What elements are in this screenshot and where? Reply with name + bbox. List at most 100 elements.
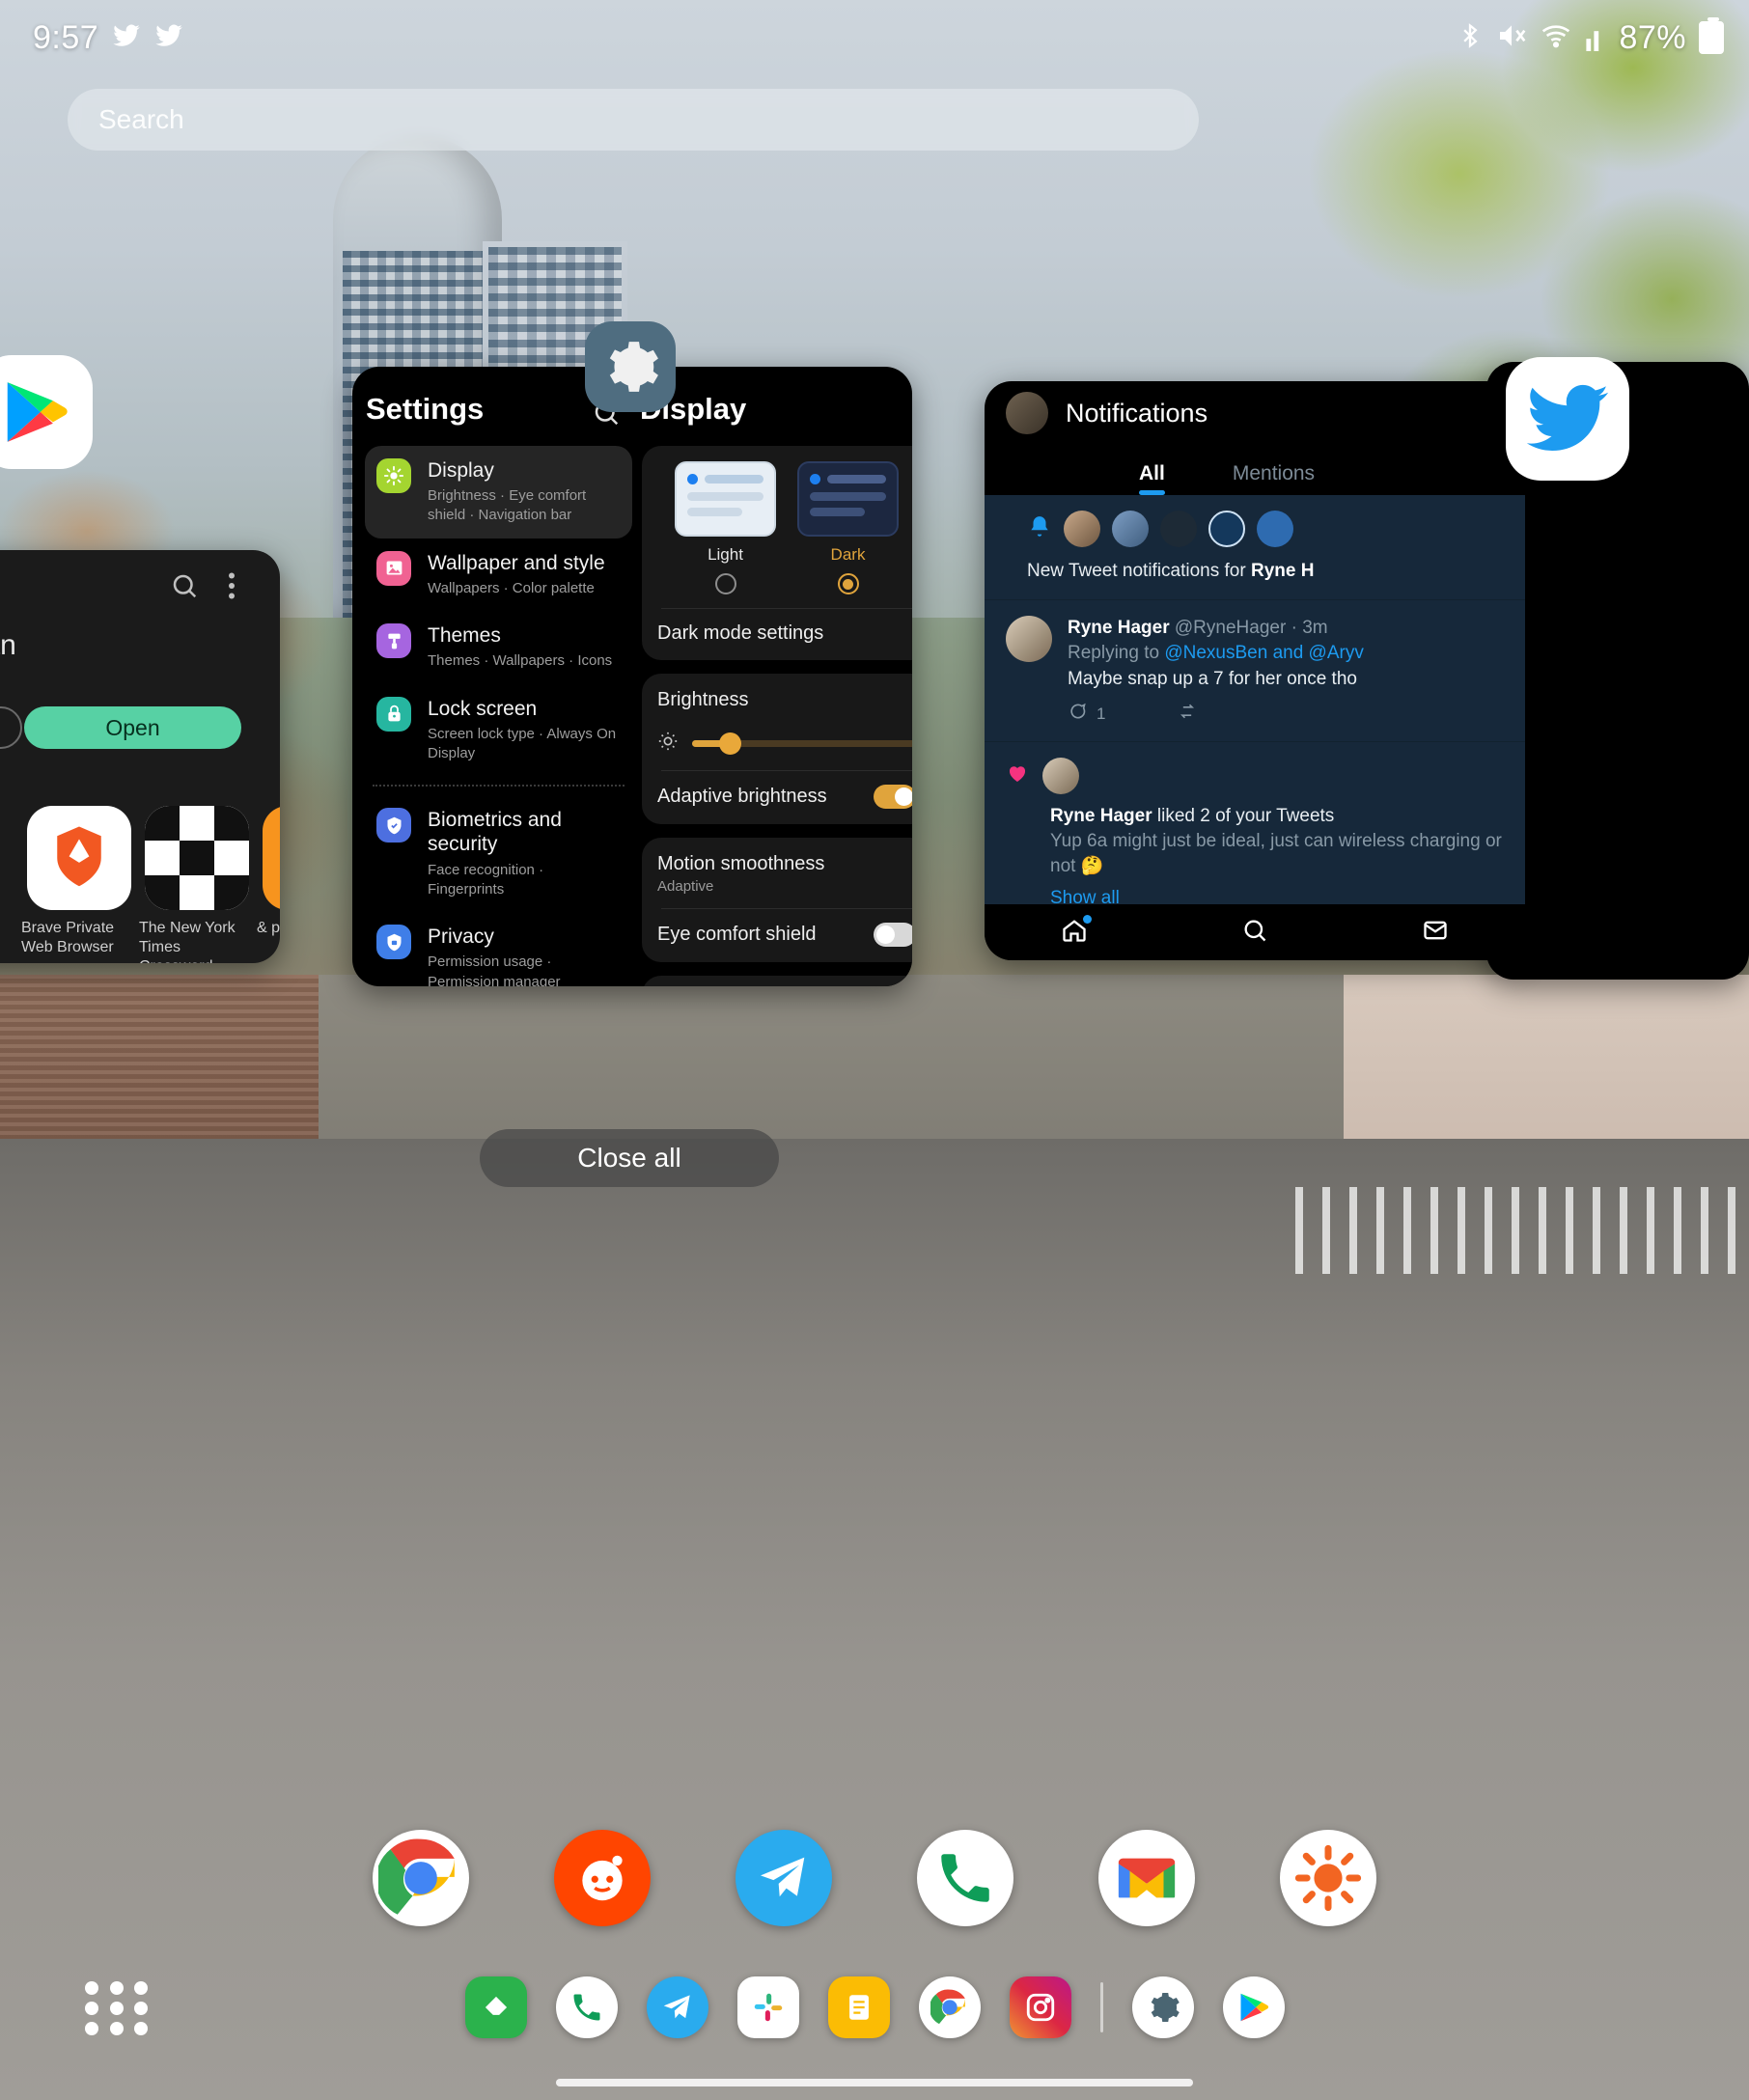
chrome-icon[interactable]	[918, 1976, 981, 2038]
cloudy-icon[interactable]	[1160, 511, 1197, 547]
sidebar-item-lock-screen[interactable]: Lock screen Screen lock type · Always On…	[365, 684, 632, 777]
more-vert-icon[interactable]	[228, 571, 257, 600]
brightness-slider-row[interactable]	[657, 731, 912, 757]
comment-icon[interactable]	[1068, 702, 1087, 726]
clock-icon[interactable]	[1208, 511, 1245, 547]
app-tile-audible[interactable]	[263, 806, 280, 910]
eye-comfort-shield-toggle[interactable]	[874, 923, 912, 947]
phone-icon[interactable]	[917, 1830, 1013, 1926]
avatar[interactable]	[1112, 511, 1149, 547]
replying-handles[interactable]: @NexusBen and @Aryv	[1164, 643, 1364, 663]
brightness-slider[interactable]	[692, 732, 912, 755]
status-clock: 9:57	[33, 18, 99, 56]
settings-app-icon[interactable]	[585, 321, 676, 412]
list-item[interactable]: Ryne Hager liked 2 of your Tweets Yup 6a…	[985, 741, 1525, 904]
list-item[interactable]: New Tweet notifications for Ryne H	[985, 495, 1525, 601]
twitter-bottom-bar[interactable]	[985, 904, 1525, 960]
sidebar-item-themes[interactable]: Themes Themes · Wallpapers · Icons	[365, 611, 632, 683]
app-tile-brave[interactable]	[27, 806, 131, 910]
play-store-icon[interactable]	[0, 355, 93, 469]
light-theme-radio[interactable]	[714, 573, 736, 594]
notifications-tabs[interactable]: All Mentions	[985, 445, 1525, 495]
adaptive-brightness-row[interactable]: Adaptive brightness	[657, 785, 912, 809]
dark-theme-radio[interactable]	[837, 573, 859, 594]
keep-icon[interactable]	[827, 1976, 890, 2038]
avatar[interactable]	[1006, 392, 1048, 434]
page-title: Notifications	[1066, 398, 1208, 428]
recent-card-twitter-notifications[interactable]: Notifications All Mentions New Tweet not…	[985, 381, 1525, 960]
dock-primary[interactable]	[0, 1820, 1749, 1936]
sidebar-item-wallpaper-and-style[interactable]: Wallpaper and style Wallpapers · Color p…	[365, 539, 632, 611]
light-theme-preview	[675, 461, 776, 537]
wifi-icon	[1540, 20, 1572, 56]
mute-icon	[1496, 20, 1527, 56]
divider	[661, 608, 912, 609]
sidebar-item-sub: Themes · Wallpapers · Icons	[428, 652, 613, 670]
slack-icon[interactable]	[736, 1976, 799, 2038]
play-store-open-button[interactable]: Open	[24, 706, 241, 749]
notification-text-plain: New Tweet notifications for	[1027, 561, 1251, 581]
recent-card-play-store[interactable]: her · fresh/clean Open Brave Private Web…	[0, 550, 280, 963]
motion-smoothness-row[interactable]: Motion smoothness Adaptive	[657, 853, 912, 895]
retweet-icon[interactable]	[1177, 702, 1198, 726]
motion-smoothness-value: Adaptive	[657, 878, 714, 895]
divider	[661, 770, 912, 771]
settings-icon[interactable]	[1131, 1976, 1194, 2038]
phone-icon[interactable]	[555, 1976, 618, 2038]
avatar[interactable]	[1064, 511, 1100, 547]
close-all-button[interactable]: Close all	[480, 1129, 779, 1187]
search-icon[interactable]	[1241, 917, 1268, 949]
gmail-icon[interactable]	[1098, 1830, 1195, 1926]
home-icon[interactable]	[1061, 914, 1093, 949]
messages-icon[interactable]	[1422, 917, 1449, 949]
like-action: liked 2 of your Tweets	[1152, 805, 1335, 826]
theme-selector-card[interactable]: Light Dark Dark mode settings	[642, 446, 912, 660]
avatar[interactable]	[1042, 757, 1079, 794]
theme-options[interactable]: Light Dark	[657, 461, 912, 594]
search-bar[interactable]: Search	[68, 89, 1199, 151]
theme-option-dark[interactable]: Dark	[797, 461, 899, 594]
screen-mode-card[interactable]: Screen mode Vivid	[642, 976, 912, 986]
telegram-icon[interactable]	[646, 1976, 708, 2038]
settings-menu-list[interactable]: Display Brightness · Eye comfort shield …	[365, 446, 632, 986]
brightness-slider-knob[interactable]	[718, 732, 741, 755]
recent-card-settings[interactable]: Settings Display Display Brightness · Ey…	[352, 367, 912, 986]
search-icon[interactable]	[170, 571, 199, 600]
telegram-icon[interactable]	[736, 1830, 832, 1926]
play-store-icon[interactable]	[1222, 1976, 1285, 2038]
reddit-icon[interactable]	[554, 1830, 651, 1926]
app-tile-nyt-crossword[interactable]	[145, 806, 249, 910]
author-name: Ryne Hager	[1068, 618, 1170, 639]
sidebar-item-privacy[interactable]: Privacy Permission usage · Permission ma…	[365, 912, 632, 986]
adaptive-brightness-toggle[interactable]	[874, 785, 912, 809]
show-all-link[interactable]: Show all	[1050, 886, 1508, 904]
battery-percentage: 87%	[1619, 18, 1686, 56]
wallpaper	[0, 0, 1749, 2100]
dock-secondary[interactable]	[0, 1961, 1749, 2054]
eye-comfort-shield-row[interactable]: Eye comfort shield	[657, 923, 912, 947]
dark-theme-preview	[797, 461, 899, 537]
instagram-icon[interactable]	[1009, 1976, 1071, 2038]
home-indicator[interactable]	[556, 2079, 1193, 2086]
replying-to: Replying to @NexusBen and @Aryv	[1068, 641, 1508, 666]
motion-and-eye-card[interactable]: Motion smoothness Adaptive Eye comfort s…	[642, 838, 912, 962]
display-settings-pane[interactable]: Light Dark Dark mode settings Brightness	[642, 446, 912, 986]
theme-option-light[interactable]: Light	[675, 461, 776, 594]
feedly-icon[interactable]	[464, 1976, 527, 2038]
notifications-list[interactable]: New Tweet notifications for Ryne H Ryne …	[985, 495, 1525, 904]
twitter-icon[interactable]	[1506, 357, 1629, 481]
sidebar-item-display[interactable]: Display Brightness · Eye comfort shield …	[365, 446, 632, 539]
brightness-card[interactable]: Brightness Adaptive brightness	[642, 674, 912, 824]
themes-icon	[376, 623, 411, 659]
app-drawer-icon[interactable]	[85, 1975, 153, 2042]
chrome-icon[interactable]	[373, 1830, 469, 1926]
tab-mentions[interactable]: Mentions	[1233, 462, 1315, 495]
dark-mode-settings-label[interactable]: Dark mode settings	[657, 622, 912, 645]
list-item[interactable]: Ryne Hager @RyneHager · 3m Replying to @…	[985, 600, 1525, 742]
tab-all[interactable]: All	[1139, 462, 1165, 495]
weather-icon[interactable]	[1280, 1830, 1376, 1926]
sidebar-item-biometrics-and-security[interactable]: Biometrics and security Face recognition…	[365, 795, 632, 912]
review-geek-icon[interactable]	[1257, 511, 1293, 547]
avatar[interactable]	[1006, 616, 1052, 663]
play-store-secondary-button[interactable]	[0, 706, 22, 749]
